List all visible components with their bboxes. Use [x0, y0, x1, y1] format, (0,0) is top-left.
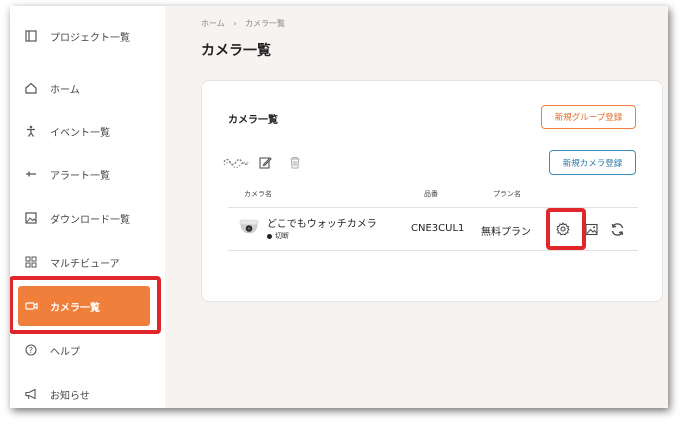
camera-list-card: カメラ一覧 新規グループ登録 新規カメラ登録 カメラ名 品番 プラン名 どこでも… [201, 80, 663, 302]
breadcrumb: ホーム › カメラ一覧 [201, 18, 291, 29]
sidebar-item-label: ホーム [50, 84, 80, 96]
trash-icon[interactable] [287, 154, 303, 170]
breadcrumb-home[interactable]: ホーム [201, 19, 225, 28]
camera-name[interactable]: どこでもウォッチカメラ [267, 215, 377, 230]
status-text: 切断 [275, 232, 289, 240]
app-window: プロジェクト一覧 ホーム イベント一覧 アラート一覧 ダウンロード一覧 マルチビ… [10, 6, 668, 408]
sidebar-item-label: お知らせ [50, 390, 90, 402]
project-list-icon [24, 29, 38, 43]
grid-icon [24, 255, 38, 269]
megaphone-icon [24, 387, 38, 401]
sidebar-item-label: ヘルプ [50, 346, 80, 358]
sidebar-item-project-list[interactable]: プロジェクト一覧 [24, 26, 130, 46]
edit-icon[interactable] [257, 154, 273, 170]
home-icon [24, 81, 38, 95]
column-header-plan-name: プラン名 [493, 190, 521, 198]
highlight-box [546, 208, 586, 250]
camera-thumbnail-icon [238, 218, 260, 240]
new-camera-button[interactable]: 新規カメラ登録 [549, 150, 636, 175]
card-title: カメラ一覧 [228, 115, 278, 126]
sidebar-item-label: ダウンロード一覧 [50, 214, 130, 226]
new-group-button[interactable]: 新規グループ登録 [541, 105, 636, 129]
sidebar-item-help[interactable]: ? ヘルプ [24, 340, 80, 360]
status-badge: 切断 [267, 231, 289, 241]
page-title: カメラ一覧 [201, 43, 271, 59]
sidebar-item-multiviewer[interactable]: マルチビューア [24, 252, 120, 272]
alert-icon [24, 167, 38, 181]
sidebar-item-label: イベント一覧 [50, 127, 110, 139]
download-image-icon [24, 211, 38, 225]
sidebar-item-alerts[interactable]: アラート一覧 [24, 164, 110, 184]
breadcrumb-separator: › [233, 19, 237, 28]
sidebar-item-news[interactable]: お知らせ [24, 384, 90, 404]
sidebar-item-label: マルチビューア [50, 258, 120, 270]
plan-cell: 無料プラン [481, 227, 531, 238]
event-icon [24, 124, 38, 138]
help-icon: ? [24, 343, 38, 357]
main-content: ホーム › カメラ一覧 カメラ一覧 カメラ一覧 新規グループ登録 新規カメラ登録 [165, 6, 668, 408]
column-header-product-no: 品番 [424, 190, 438, 198]
sidebar-item-downloads[interactable]: ダウンロード一覧 [24, 208, 130, 228]
highlight-box [10, 276, 161, 334]
refresh-icon[interactable] [608, 220, 626, 238]
sidebar: プロジェクト一覧 ホーム イベント一覧 アラート一覧 ダウンロード一覧 マルチビ… [10, 6, 165, 408]
sidebar-item-label: プロジェクト一覧 [50, 32, 130, 44]
sidebar-item-events[interactable]: イベント一覧 [24, 121, 110, 141]
svg-text:?: ? [29, 346, 33, 355]
sidebar-item-home[interactable]: ホーム [24, 78, 80, 98]
product-no-cell: CNE3CUL1 [411, 223, 465, 234]
breadcrumb-current: カメラ一覧 [245, 19, 286, 28]
sidebar-item-label: アラート一覧 [50, 170, 110, 182]
column-header-camera-name: カメラ名 [244, 190, 272, 198]
status-dot-icon [267, 233, 272, 239]
group-select-icon[interactable] [222, 154, 250, 170]
